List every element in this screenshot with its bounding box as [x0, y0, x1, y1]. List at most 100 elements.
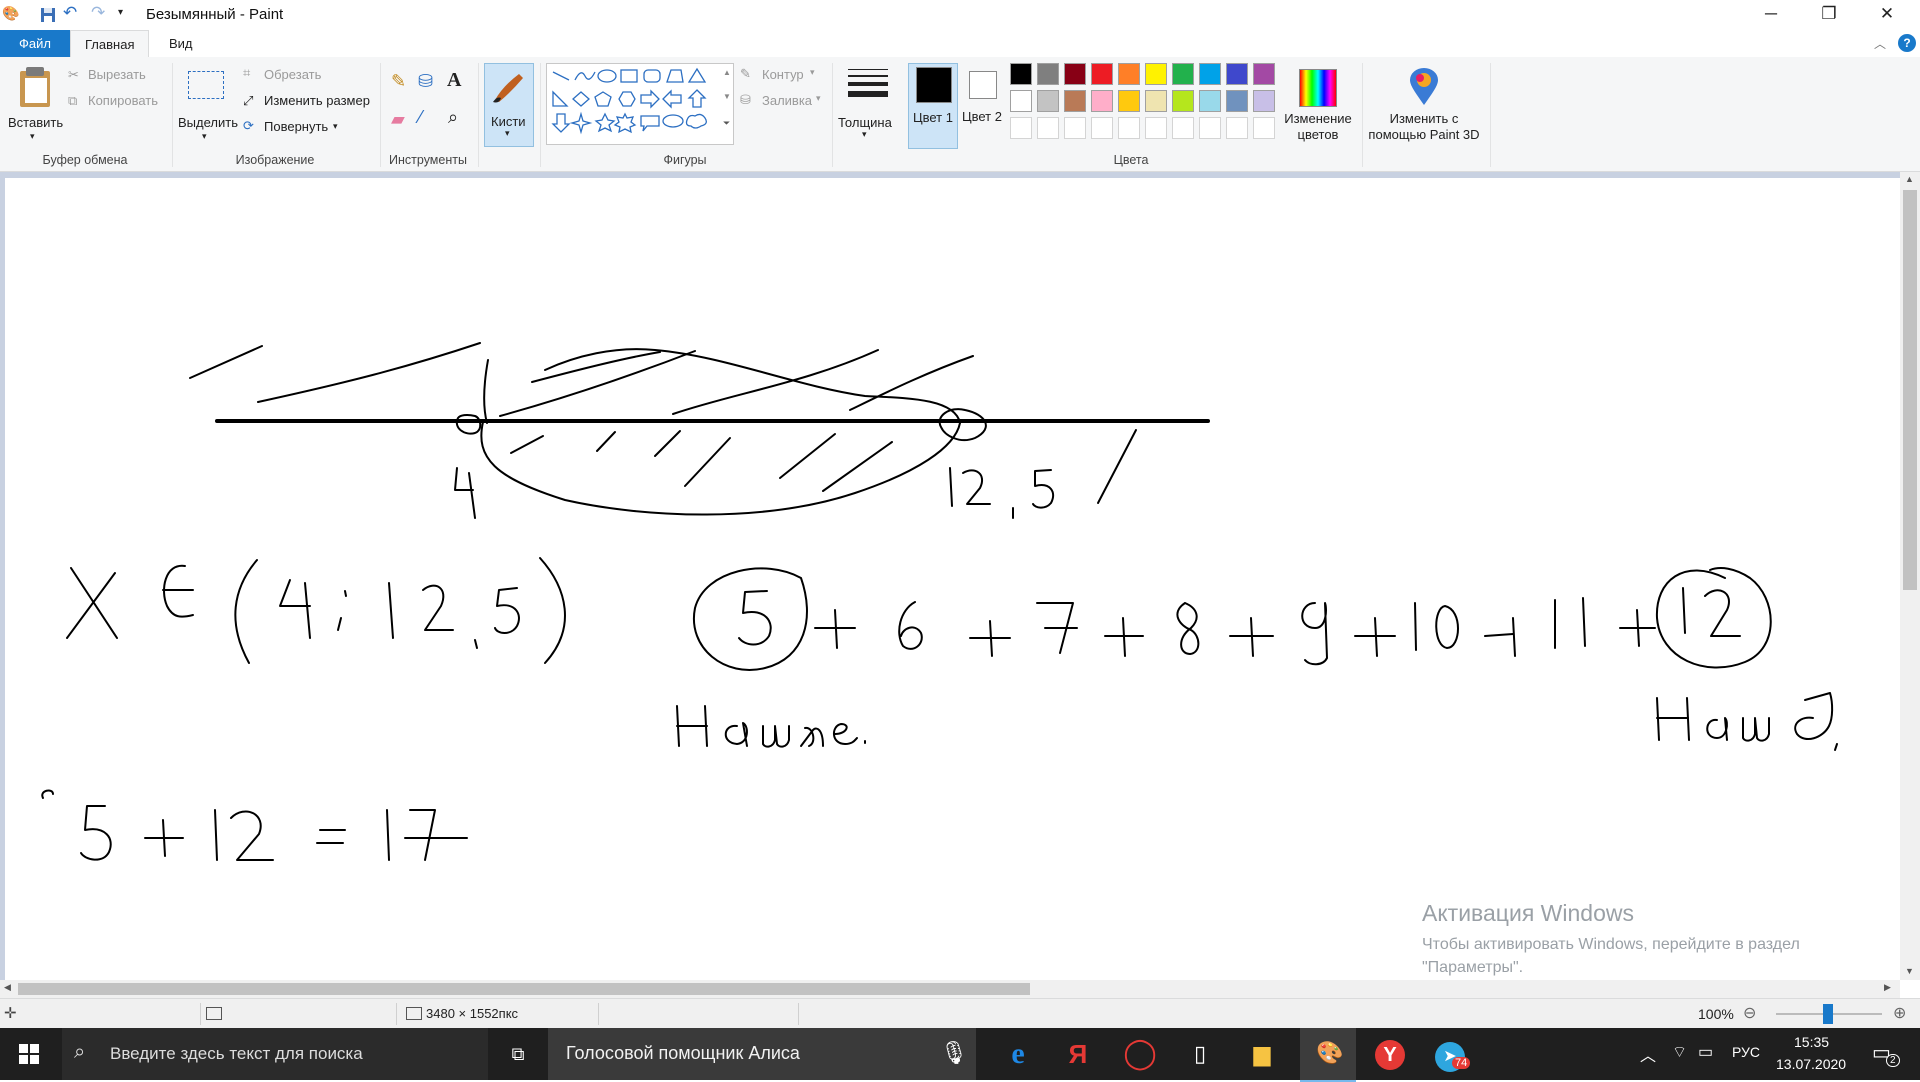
palette-swatch[interactable] — [1037, 63, 1059, 85]
outline-button[interactable]: Контур — [762, 67, 804, 82]
magnifier-icon[interactable]: ⌕ — [448, 107, 458, 128]
edit-colors-button[interactable]: Изменение цветов — [1282, 63, 1356, 147]
language-indicator[interactable]: РУС — [1732, 1044, 1760, 1060]
palette-custom-slot[interactable] — [1118, 117, 1140, 139]
palette-custom-slot[interactable] — [1199, 117, 1221, 139]
zoom-out-icon[interactable]: ⊖ — [1743, 1003, 1756, 1023]
palette-custom-slot[interactable] — [1226, 117, 1248, 139]
yandex-app-icon[interactable]: Y — [1362, 1028, 1418, 1080]
tray-expand-icon[interactable]: ︿ — [1640, 1042, 1656, 1066]
palette-swatch[interactable] — [1172, 90, 1194, 112]
color1-button[interactable]: Цвет 1 — [908, 63, 958, 149]
palette-swatch[interactable] — [1199, 90, 1221, 112]
palette-custom-slot[interactable] — [1037, 117, 1059, 139]
text-tool-icon[interactable]: A — [447, 69, 461, 92]
palette-custom-slot[interactable] — [1091, 117, 1113, 139]
palette-swatch[interactable] — [1091, 63, 1113, 85]
paint3d-button[interactable]: Изменить с помощью Paint 3D — [1364, 63, 1484, 147]
alice-voice-assistant[interactable]: Голосовой помощник Алиса 🎙 — [548, 1028, 976, 1080]
microphone-icon[interactable]: 🎙 — [940, 1040, 968, 1066]
clock-time[interactable]: 15:35 — [1794, 1034, 1829, 1050]
battery-icon[interactable]: ▭ — [1698, 1042, 1713, 1062]
shapes-more-icon[interactable]: ⏷ — [723, 118, 730, 129]
edge-browser-icon[interactable]: e — [990, 1028, 1046, 1080]
palette-swatch[interactable] — [1091, 90, 1113, 112]
close-button[interactable]: ✕ — [1858, 0, 1916, 30]
palette-custom-slot[interactable] — [1010, 117, 1032, 139]
telegram-icon[interactable]: ➤ — [1422, 1028, 1478, 1080]
vertical-scrollbar[interactable]: ▲ ▼ — [1900, 172, 1920, 980]
document-icon[interactable]: ▯ — [1172, 1028, 1228, 1080]
select-button[interactable]: Выделить ▾ — [178, 63, 238, 147]
palette-swatch[interactable] — [1118, 90, 1140, 112]
network-icon[interactable]: ⌔ — [1672, 1042, 1687, 1062]
file-explorer-icon[interactable]: ▆ — [1234, 1028, 1290, 1080]
zoom-slider-thumb[interactable] — [1823, 1004, 1833, 1024]
save-icon[interactable] — [40, 7, 56, 23]
crop-button[interactable]: Обрезать — [264, 67, 321, 82]
palette-custom-slot[interactable] — [1172, 117, 1194, 139]
palette-swatch[interactable] — [1064, 90, 1086, 112]
minimize-ribbon-icon[interactable]: ︿ — [1874, 35, 1886, 52]
cut-button[interactable]: Вырезать — [88, 67, 146, 82]
color-picker-icon[interactable]: ⁄ — [419, 107, 422, 128]
tab-file[interactable]: Файл — [0, 30, 70, 57]
palette-custom-slot[interactable] — [1253, 117, 1275, 139]
tab-view[interactable]: Вид — [155, 30, 207, 57]
palette-swatch[interactable] — [1064, 63, 1086, 85]
zoom-in-icon[interactable]: ⊕ — [1893, 1003, 1906, 1023]
redo-icon[interactable]: ↷ — [91, 3, 105, 23]
task-view-icon[interactable]: ⧉ — [490, 1028, 546, 1080]
vertical-scroll-thumb[interactable] — [1903, 190, 1917, 590]
palette-swatch[interactable] — [1010, 63, 1032, 85]
scroll-down-icon[interactable]: ▼ — [1905, 966, 1914, 976]
shapes-scroll-down-icon[interactable]: ▼ — [723, 92, 731, 101]
palette-swatch[interactable] — [1172, 63, 1194, 85]
tab-home[interactable]: Главная — [70, 30, 150, 59]
palette-swatch[interactable] — [1226, 63, 1248, 85]
shapes-gallery[interactable]: ▲ ▼ ⏷ — [546, 63, 734, 145]
palette-custom-slot[interactable] — [1145, 117, 1167, 139]
paste-button[interactable]: Вставить ▾ — [6, 63, 64, 147]
palette-swatch[interactable] — [1253, 90, 1275, 112]
thickness-button[interactable]: Толщина ▾ — [838, 63, 896, 147]
palette-swatch[interactable] — [1118, 63, 1140, 85]
resize-button[interactable]: Изменить размер — [264, 93, 370, 108]
palette-custom-slot[interactable] — [1064, 117, 1086, 139]
maximize-button[interactable]: ❐ — [1800, 0, 1858, 30]
rotate-button[interactable]: Повернуть — [264, 119, 328, 134]
taskbar-search-box[interactable]: ⌕ Введите здесь текст для поиска — [62, 1028, 488, 1080]
shapes-scroll-up-icon[interactable]: ▲ — [723, 68, 731, 77]
scroll-right-icon[interactable]: ▶ — [1884, 982, 1891, 993]
color2-button[interactable]: Цвет 2 — [960, 63, 1006, 147]
horizontal-scroll-thumb[interactable] — [18, 983, 1030, 995]
palette-swatch[interactable] — [1199, 63, 1221, 85]
customize-toolbar-chevron-icon[interactable]: ▾ — [118, 7, 123, 18]
palette-swatch[interactable] — [1145, 63, 1167, 85]
opera-icon[interactable]: ◯ — [1112, 1028, 1168, 1080]
paste-label: Вставить — [8, 115, 64, 130]
clipboard-icon — [20, 67, 50, 107]
fill-bucket-icon[interactable]: ⛁ — [418, 71, 433, 92]
undo-icon[interactable]: ↶ — [63, 3, 77, 23]
eraser-icon[interactable]: ▰ — [391, 109, 405, 130]
palette-swatch[interactable] — [1253, 63, 1275, 85]
yandex-browser-icon[interactable]: Я — [1050, 1028, 1106, 1080]
brushes-button[interactable]: Кисти ▾ — [484, 63, 534, 147]
scroll-left-icon[interactable]: ◀ — [4, 982, 11, 993]
pencil-icon[interactable]: ✎ — [391, 71, 406, 92]
horizontal-scrollbar[interactable]: ◀ ▶ — [0, 980, 1900, 998]
copy-button[interactable]: Копировать — [88, 93, 158, 108]
help-icon[interactable]: ? — [1898, 34, 1916, 52]
minimize-button[interactable]: ─ — [1742, 0, 1800, 30]
fill-button[interactable]: Заливка — [762, 93, 812, 108]
palette-swatch[interactable] — [1037, 90, 1059, 112]
palette-swatch[interactable] — [1010, 90, 1032, 112]
windows-start-icon[interactable] — [19, 1044, 39, 1064]
paint-taskbar-item[interactable]: 🎨 — [1300, 1028, 1356, 1082]
clock-date[interactable]: 13.07.2020 — [1776, 1056, 1846, 1072]
palette-swatch[interactable] — [1226, 90, 1248, 112]
drawing-canvas[interactable]: Активация Windows Чтобы активировать Win… — [5, 178, 1900, 980]
scroll-up-icon[interactable]: ▲ — [1905, 174, 1914, 184]
palette-swatch[interactable] — [1145, 90, 1167, 112]
